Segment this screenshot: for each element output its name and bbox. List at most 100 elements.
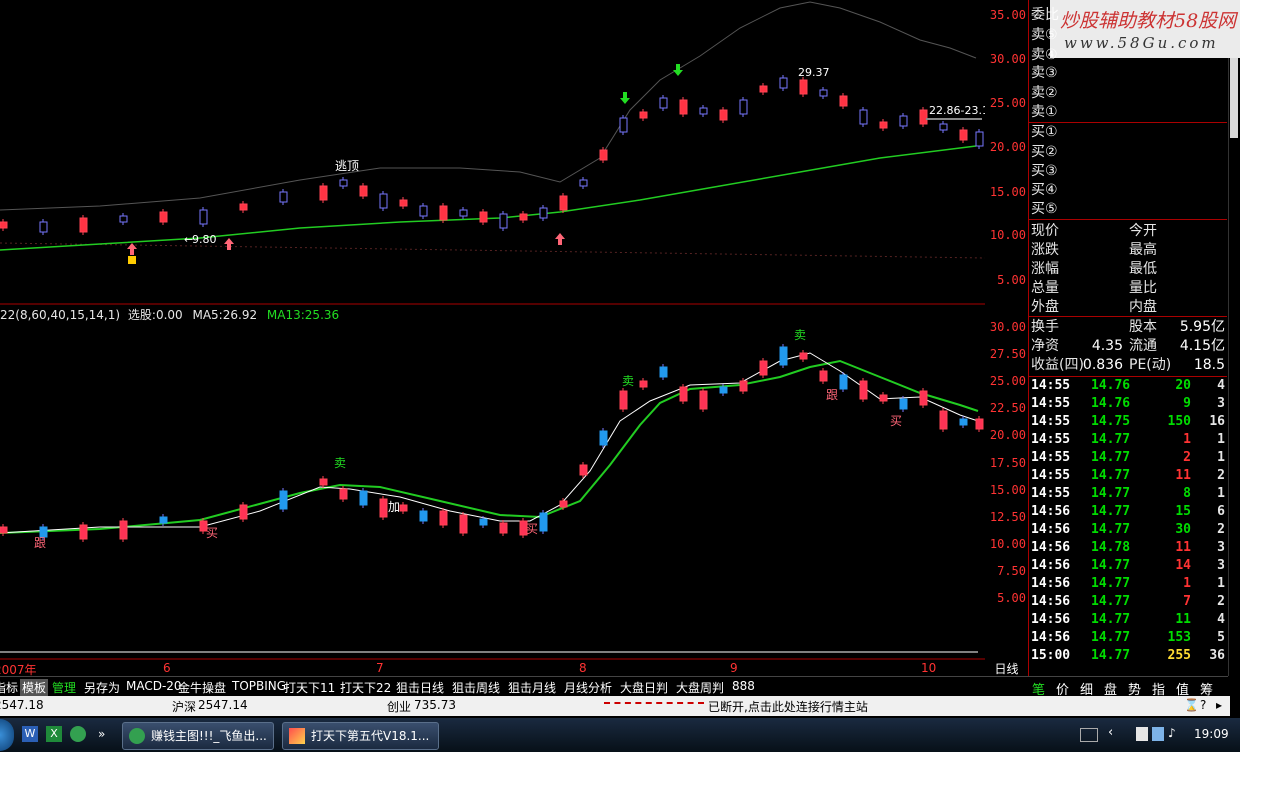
- tick-price: 14.77: [1091, 648, 1131, 663]
- candle: [419, 510, 428, 522]
- candle: [159, 211, 168, 223]
- monitor-icon[interactable]: [1152, 727, 1164, 741]
- taskbar-item[interactable]: 赚钱主图!!!_飞鱼出...: [122, 722, 274, 750]
- template-tab[interactable]: 大盘日判: [620, 679, 668, 696]
- template-tab[interactable]: 管理: [52, 679, 76, 696]
- candle: [919, 109, 928, 125]
- scrollbar[interactable]: [1228, 58, 1239, 676]
- tick-row: 14:56 14.78 11 3: [1029, 539, 1227, 557]
- ma5-line: [0, 352, 979, 534]
- candle: [859, 380, 868, 400]
- candle: [0, 526, 8, 534]
- template-tab[interactable]: 打天下11: [284, 679, 335, 696]
- candle: [699, 107, 708, 115]
- candle: [199, 209, 208, 225]
- tick-row: 14:55 14.77 8 1: [1029, 485, 1227, 503]
- template-tab[interactable]: 大盘周判: [676, 679, 724, 696]
- app-icon: [289, 728, 305, 744]
- tick-volume: 8: [1183, 486, 1191, 501]
- tick-count: 1: [1217, 576, 1225, 591]
- quicklaunch-chevron-icon[interactable]: »: [98, 726, 110, 742]
- ma-long-line: [0, 145, 977, 251]
- month-label: 10: [921, 661, 937, 675]
- indicator-axis: 30.00 27.50 25.00 22.50 20.00 17.50 15.00 12.50…: [985, 315, 1028, 660]
- candle: [439, 510, 448, 526]
- indicator-tick: 15.00: [989, 482, 1026, 497]
- template-tab[interactable]: 狙击月线: [508, 679, 556, 696]
- template-tab[interactable]: 狙击周线: [452, 679, 500, 696]
- bid2-label: 买②: [1031, 144, 1058, 160]
- tick-price: 14.77: [1091, 486, 1131, 501]
- template-tab[interactable]: 月线分析: [564, 679, 612, 696]
- candle: [619, 117, 628, 133]
- chat-icon[interactable]: [70, 726, 86, 742]
- candle: [639, 380, 648, 388]
- indicator-chart[interactable]: 卖 卖 卖 跟 跟 买 买 买 加: [0, 315, 985, 660]
- candle: [459, 209, 468, 217]
- equity-value: 5.95亿: [1179, 319, 1225, 335]
- tick-volume: 255: [1167, 648, 1191, 663]
- candle: [819, 89, 828, 97]
- tick-time: 14:55: [1031, 414, 1071, 429]
- scroll-right-icon[interactable]: ▸: [1216, 698, 1222, 712]
- candle: [859, 109, 868, 125]
- watermark-url: www.58Gu.com: [1064, 34, 1219, 52]
- tick-volume: 153: [1167, 630, 1191, 645]
- template-tab[interactable]: TOPBING: [232, 679, 286, 693]
- candle: [119, 215, 128, 223]
- template-tab[interactable]: MACD-20: [126, 679, 182, 693]
- panel-tabs: 笔价细盘势指值筹: [1028, 676, 1228, 698]
- hand-icon: [128, 256, 136, 264]
- tick-count: 1: [1217, 486, 1225, 501]
- candle: [779, 77, 788, 89]
- candle: [579, 179, 588, 187]
- bid5-label: 买⑤: [1031, 201, 1058, 217]
- indicator-tick: 20.00: [989, 428, 1026, 443]
- template-tab[interactable]: 金牛操盘: [178, 679, 226, 696]
- template-tab[interactable]: 模板: [20, 679, 49, 696]
- volume-icon[interactable]: ♪: [1168, 726, 1176, 740]
- start-button[interactable]: [0, 719, 14, 751]
- help-icon[interactable]: ?: [1200, 698, 1206, 712]
- word-icon[interactable]: W: [22, 726, 38, 742]
- tick-price: 14.78: [1091, 540, 1131, 555]
- buy-mark: 买: [206, 526, 218, 540]
- tick-count: 36: [1209, 648, 1225, 663]
- period-button[interactable]: 日线: [985, 660, 1028, 676]
- template-tab[interactable]: 狙击日线: [396, 679, 444, 696]
- tick-price: 14.75: [1091, 414, 1131, 429]
- month-label: 8: [579, 661, 587, 675]
- candle: [379, 193, 388, 209]
- bid1-label: 买①: [1031, 124, 1058, 140]
- candle: [539, 512, 548, 532]
- candle: [379, 498, 388, 518]
- taskbar-item[interactable]: 打天下第五代V18.1...: [282, 722, 439, 750]
- tray-expand-icon[interactable]: ‹: [1108, 725, 1113, 740]
- date-axis: 2007年 6 7 8 9 10: [0, 660, 985, 677]
- candle: [599, 430, 608, 446]
- template-tab[interactable]: 打天下22: [340, 679, 391, 696]
- keyboard-icon[interactable]: [1080, 728, 1098, 742]
- template-tab[interactable]: 指标: [0, 679, 18, 696]
- tick-count: 3: [1217, 558, 1225, 573]
- tick-count: 2: [1217, 522, 1225, 537]
- connection-notice[interactable]: 已断开,点击此处连接行情主站: [708, 698, 868, 715]
- tick-volume: 14: [1175, 558, 1191, 573]
- change-label: 涨跌: [1031, 242, 1059, 258]
- clock[interactable]: 19:09: [1194, 727, 1229, 741]
- tick-time: 14:55: [1031, 432, 1071, 447]
- candle: [899, 398, 908, 410]
- template-tab[interactable]: 另存为: [84, 679, 120, 696]
- follow-mark: 跟: [34, 536, 46, 550]
- turnover-label: 换手: [1031, 319, 1059, 335]
- chat-icon: [129, 728, 145, 744]
- tick-volume: 30: [1175, 522, 1191, 537]
- price-chart[interactable]: 逃顶 9.80 ← 29.37 22.86-23.1: [0, 0, 985, 305]
- network-icon[interactable]: [1136, 727, 1148, 741]
- excel-icon[interactable]: X: [46, 726, 62, 742]
- ma13-line: [0, 359, 979, 534]
- tick-list[interactable]: 14:55 14.76 20 4 14:55 14.76 9 3 14:55 14.75 150 16…: [1029, 377, 1227, 667]
- candle: [619, 390, 628, 410]
- template-tab[interactable]: 888: [732, 679, 755, 693]
- tick-count: 5: [1217, 630, 1225, 645]
